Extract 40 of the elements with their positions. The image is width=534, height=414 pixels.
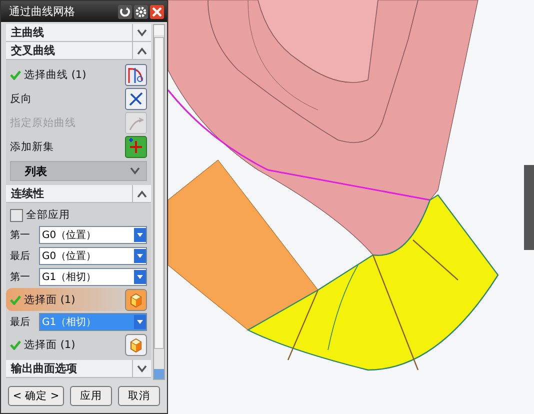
face-select-icon[interactable] — [125, 334, 147, 356]
option-label: 添加新集 — [10, 140, 55, 154]
reverse-direction-icon[interactable] — [125, 88, 147, 110]
selection-row[interactable]: 选择面 (1) — [10, 333, 147, 356]
field-label: 最后 — [10, 250, 31, 263]
field-label: 第一 — [10, 271, 31, 284]
collapse-icon — [137, 190, 147, 198]
dropdown[interactable]: G1（相切） — [39, 268, 147, 286]
checkbox[interactable] — [10, 208, 23, 222]
option-label: 反向 — [10, 92, 33, 106]
section-header[interactable]: 连续性 — [6, 185, 151, 203]
dropdown[interactable]: G0（位置） — [39, 226, 147, 244]
section-header[interactable]: 主曲线 — [6, 24, 151, 42]
field-label: 第一 — [10, 229, 31, 242]
checkbox-label: 全部应用 — [26, 208, 71, 222]
list-header[interactable]: 列表 — [10, 161, 147, 181]
option-label: 指定原始曲线 — [10, 116, 77, 130]
expand-icon — [137, 364, 147, 372]
section-header[interactable]: 输出曲面选项 — [6, 360, 151, 378]
dialog-button[interactable]: 取消 — [118, 386, 160, 406]
dialog-button[interactable]: < 确定 > — [8, 386, 64, 406]
expand-icon — [130, 167, 140, 175]
reset-icon[interactable] — [118, 4, 132, 18]
scrollbar[interactable] — [153, 24, 165, 380]
window-title: 通过曲线网格 — [9, 4, 76, 19]
expand-icon — [137, 28, 147, 36]
close-icon[interactable] — [150, 4, 164, 18]
face-select-icon[interactable] — [125, 288, 147, 310]
section-header[interactable]: 交叉曲线 — [6, 42, 151, 60]
settings-icon[interactable] — [134, 4, 148, 18]
field-label: 最后 — [10, 316, 31, 329]
selection-label: 选择曲线 (1) — [24, 68, 88, 82]
dialog-button[interactable]: 应用 — [70, 386, 112, 406]
dropdown[interactable]: G0（位置） — [39, 247, 147, 265]
selection-row[interactable]: 选择曲线 (1) — [10, 63, 147, 86]
collapse-icon — [137, 46, 147, 54]
selection-label: 选择面 (1) — [24, 292, 76, 306]
curve-select-icon[interactable] — [125, 64, 147, 86]
selection-label: 选择面 (1) — [24, 338, 76, 352]
add-set-icon[interactable] — [125, 136, 147, 158]
